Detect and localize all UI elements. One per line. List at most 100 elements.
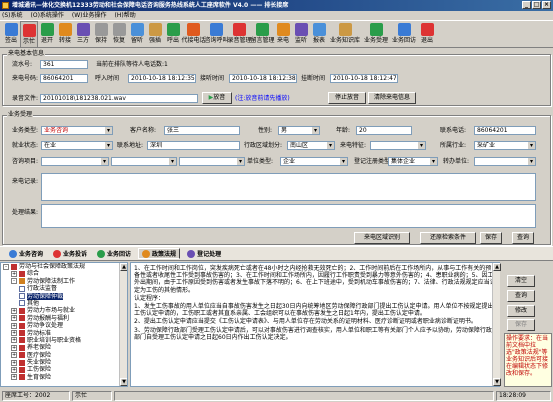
stop-play-button[interactable]: 停止放音 xyxy=(328,92,366,104)
tree-node[interactable]: + 劳动力市场与就业 xyxy=(1,307,127,314)
toolbar-accept-button[interactable]: 业务受理 xyxy=(362,21,390,48)
toolbar-voicemail-button[interactable]: 留言管理 xyxy=(251,21,275,48)
call-record-textarea[interactable] xyxy=(41,173,536,201)
reg-type-select[interactable]: 集体企业 xyxy=(388,157,438,166)
menu-system-ops[interactable]: (O)系统操作 xyxy=(31,11,64,20)
menu-business-ops[interactable]: (W)业务操作 xyxy=(72,11,107,20)
content-scrollbar[interactable]: ▲ ▼ xyxy=(492,263,501,386)
tree-node[interactable]: + 劳动报酬与福利 xyxy=(1,315,127,322)
policy-content[interactable]: 1、在工作时间和工作岗位，突发疾病死亡或者在48小时之内经抢救无效死亡的；2、工… xyxy=(130,262,500,387)
tree-node[interactable]: + 劳动争议处理 xyxy=(1,322,127,329)
expand-icon[interactable]: + xyxy=(11,330,17,337)
toolbar-transfer-button[interactable]: 转接 xyxy=(56,21,74,48)
consult-item-select-3[interactable] xyxy=(179,157,245,166)
toolbar-calls-button[interactable]: 来电 xyxy=(274,21,292,48)
answer-time-field[interactable]: 2010-10-18 18:12:38 xyxy=(229,74,297,83)
scroll-down-button[interactable]: ▼ xyxy=(120,378,127,386)
menu-system[interactable]: (S)系统 xyxy=(2,11,23,20)
toolbar-recording-button[interactable]: 录音管理 xyxy=(228,21,252,48)
consult-item-select-1[interactable] xyxy=(41,157,109,166)
expand-icon[interactable]: + xyxy=(11,344,17,351)
unit-type-select[interactable]: 企业 xyxy=(280,157,348,166)
collapse-icon[interactable]: - xyxy=(11,278,17,285)
district-select[interactable]: 南山区 xyxy=(287,141,335,150)
tree-node[interactable]: + 劳动标准 xyxy=(1,330,127,337)
tab-business-complaint[interactable]: 业务投诉 xyxy=(50,248,90,259)
tab-register-process[interactable]: 登记处理 xyxy=(184,248,224,259)
business-type-select[interactable]: 业务咨询 xyxy=(41,126,113,135)
clear-button[interactable]: 清空 xyxy=(507,275,535,287)
result-textarea[interactable] xyxy=(41,204,536,228)
toolbar-hold-button[interactable]: 保持 xyxy=(92,21,110,48)
maximize-button[interactable]: □ xyxy=(532,1,541,9)
edit-button[interactable]: 修改 xyxy=(507,305,535,317)
restore-search-button[interactable]: 还原检索条件 xyxy=(420,232,476,244)
tree-node[interactable]: + 失业保险 xyxy=(1,359,127,366)
toolbar-busy-button[interactable]: 示忙 xyxy=(20,21,38,48)
side-query-button[interactable]: 查询 xyxy=(507,290,535,302)
consult-item-select-2[interactable] xyxy=(111,157,177,166)
expand-icon[interactable]: + xyxy=(11,359,17,366)
tree-node[interactable]: + 职业培训与职业资格 xyxy=(1,337,127,344)
tab-business-callback[interactable]: 业务回访 xyxy=(94,248,134,259)
play-button[interactable]: ▶放音 xyxy=(202,92,232,104)
tree-node[interactable]: - 劳动与社会保障政策法规 xyxy=(1,263,127,270)
expand-icon[interactable]: + xyxy=(11,322,17,329)
queue-time-field[interactable]: 2010-10-18 18:12:35 xyxy=(128,74,196,83)
toolbar-pickup-button[interactable]: 代接电话 xyxy=(182,21,206,48)
gender-select[interactable]: 男 xyxy=(278,126,320,135)
expand-icon[interactable]: + xyxy=(11,315,17,322)
clear-call-info-button[interactable]: 清除来电信息 xyxy=(368,92,416,104)
content-scroll-down-button[interactable]: ▼ xyxy=(493,378,501,386)
toolbar-consult-button[interactable]: 咨询呼叫 xyxy=(205,21,229,48)
save-button[interactable]: 保存 xyxy=(480,232,502,244)
tree-node[interactable]: + 综合 xyxy=(1,270,127,277)
expand-icon[interactable]: + xyxy=(11,374,17,381)
industry-select[interactable]: 采矿业 xyxy=(474,141,536,150)
tab-policy-regulation[interactable]: 政策法规 xyxy=(138,248,181,259)
toolbar-exit-button[interactable]: 退出 xyxy=(418,21,436,48)
transfer-unit-select[interactable] xyxy=(474,157,536,166)
expand-icon[interactable]: + xyxy=(11,337,17,344)
expand-icon[interactable]: + xyxy=(11,366,17,373)
expand-icon[interactable]: + xyxy=(11,270,17,277)
toolbar-listen-button[interactable]: 留听 xyxy=(128,21,146,48)
expand-icon[interactable]: + xyxy=(11,352,17,359)
tree-node[interactable]: + 生育保险 xyxy=(1,374,127,381)
employment-select[interactable]: 在业 xyxy=(41,141,113,150)
toolbar-barge-button[interactable]: 强插 xyxy=(146,21,164,48)
toolbar-signout-button[interactable]: 签出 xyxy=(2,21,20,48)
toolbar-report-button[interactable]: 报表 xyxy=(310,21,328,48)
hangup-time-field[interactable]: 2010-10-18 18:12:47 xyxy=(330,74,398,83)
toolbar-exit-seat-button[interactable]: 退开 xyxy=(38,21,56,48)
toolbar-knowledge-button[interactable]: 业务知识库 xyxy=(328,21,362,48)
close-button[interactable]: × xyxy=(542,1,551,9)
scroll-up-button[interactable]: ▲ xyxy=(120,263,127,271)
tree-node[interactable]: + 工伤保险 xyxy=(1,366,127,373)
tree-scrollbar[interactable]: ▲ ▼ xyxy=(119,263,127,386)
tab-business-consult[interactable]: 业务咨询 xyxy=(6,248,46,259)
tree-node[interactable]: - 劳动保障法制工作 xyxy=(1,278,127,285)
toolbar-monitor-button[interactable]: 监听 xyxy=(292,21,310,48)
address-field[interactable]: 深圳 xyxy=(147,141,240,150)
contact-phone-field[interactable]: 86064201 xyxy=(474,126,536,135)
content-scroll-up-button[interactable]: ▲ xyxy=(493,263,501,271)
toolbar-callback-button[interactable]: 业务回访 xyxy=(390,21,418,48)
tree-node[interactable]: 行政法监督 xyxy=(1,285,127,292)
tree-node[interactable]: 劳动保障仲裁 xyxy=(1,292,127,300)
age-field[interactable]: 20 xyxy=(356,126,412,135)
serial-field[interactable]: 361 xyxy=(40,60,88,69)
caller-number-field[interactable]: 86064201 xyxy=(40,74,88,83)
toolbar-threeway-button[interactable]: 三方 xyxy=(74,21,92,48)
side-save-button[interactable]: 保存 xyxy=(507,319,535,331)
tree-node[interactable]: + 医疗保险 xyxy=(1,352,127,359)
tree-node[interactable]: + 养老保险 xyxy=(1,344,127,351)
minimize-button[interactable]: _ xyxy=(522,1,531,9)
menu-help[interactable]: (H)帮助 xyxy=(115,11,136,20)
toolbar-resume-button[interactable]: 恢复 xyxy=(110,21,128,48)
recording-file-field[interactable]: 20101018\181238.021.wav xyxy=(40,94,198,103)
area-identify-button[interactable]: 来电区域识别 xyxy=(354,232,410,244)
collapse-icon[interactable]: - xyxy=(3,263,9,270)
expand-icon[interactable]: + xyxy=(11,307,17,314)
call-feature-select[interactable] xyxy=(370,141,426,150)
